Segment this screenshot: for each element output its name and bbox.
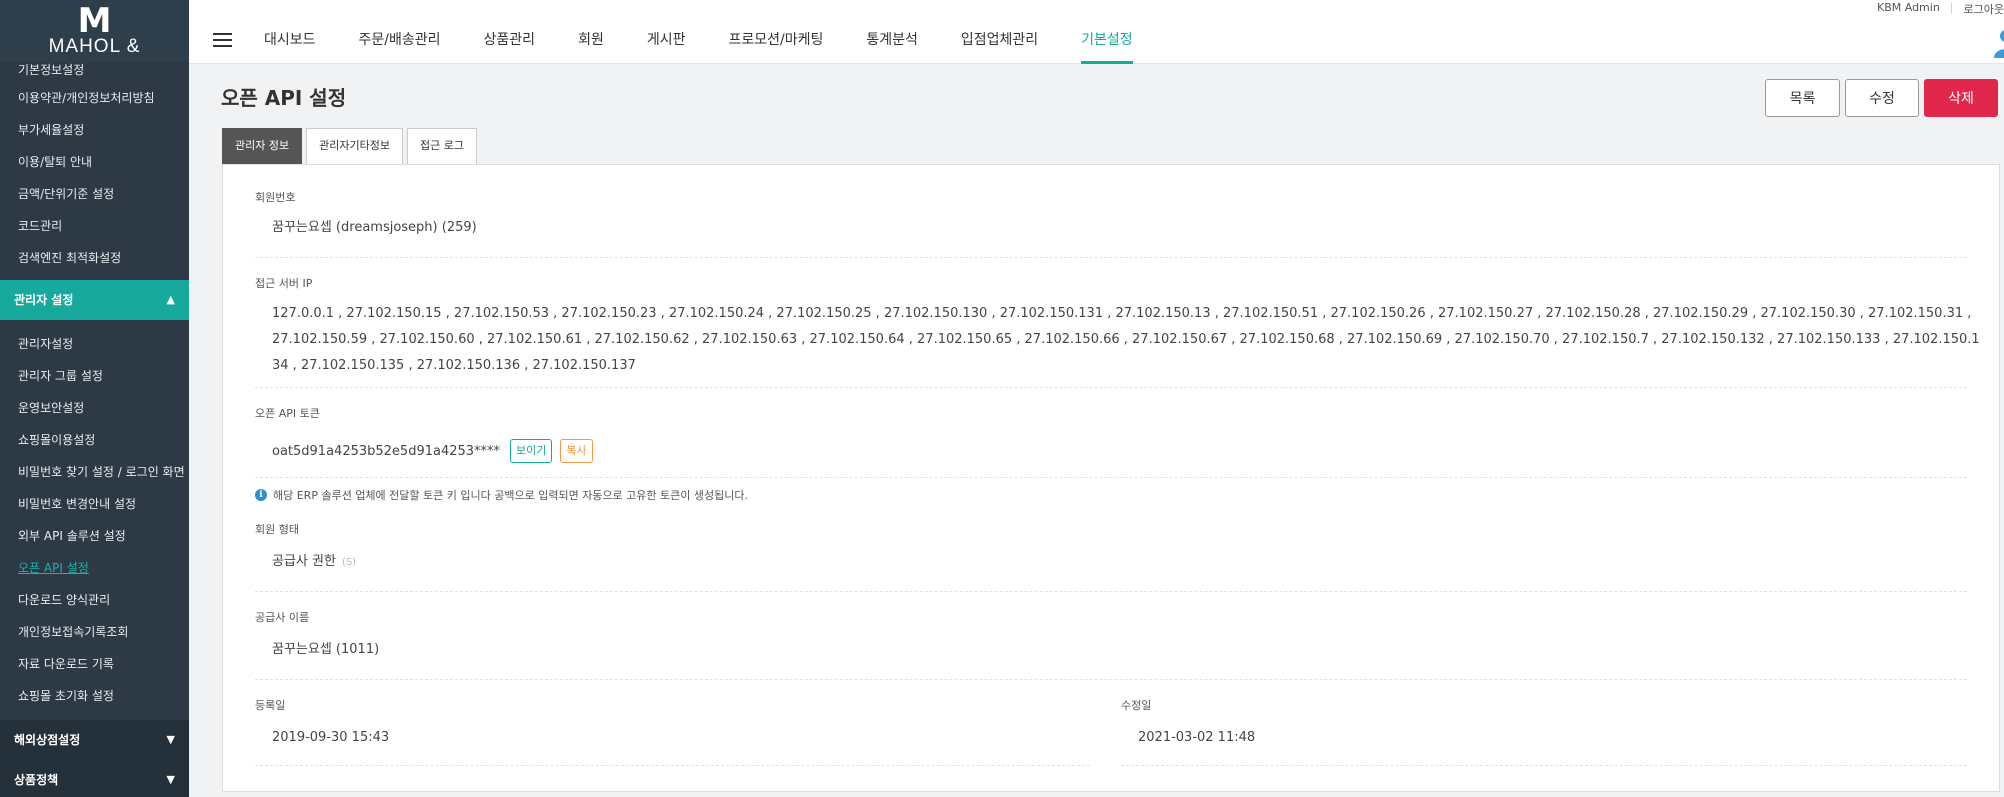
list-button[interactable]: 목록	[1765, 79, 1840, 117]
nav-board[interactable]: 게시판	[647, 22, 686, 64]
delete-button[interactable]: 삭제	[1924, 79, 1998, 117]
nav-orders[interactable]: 주문/배송관리	[359, 22, 441, 64]
page-title: 오픈 API 설정	[221, 86, 347, 110]
member-type-value: 공급사 권한	[272, 554, 336, 569]
info-icon: i	[255, 489, 267, 501]
sidebar-group-admin-label: 관리자 설정	[14, 293, 74, 307]
logout-link[interactable]: 로그아웃	[1964, 1, 2004, 17]
member-type-row: 공급사 권한 (S)	[272, 549, 1967, 576]
reg-date-label: 등록일	[255, 699, 286, 712]
supplier-label: 공급사 이름	[255, 611, 310, 624]
top-util: KBM Admin | 로그아웃	[1877, 0, 2004, 17]
sidebar-group-product[interactable]: 상품정책 ▼	[0, 760, 189, 797]
field-mod-date: 수정일 2021-03-02 11:48	[1121, 697, 1967, 751]
member-type-sub: (S)	[341, 557, 357, 568]
sidebar-item-mall-use[interactable]: 쇼핑몰이용설정	[0, 424, 189, 456]
sidebar-group-product-label: 상품정책	[14, 773, 59, 787]
chevron-up-icon: ▲	[166, 293, 175, 306]
divider	[255, 477, 1967, 478]
sidebar-item-download-form[interactable]: 다운로드 양식관리	[0, 584, 189, 616]
nav-products[interactable]: 상품관리	[484, 22, 536, 64]
logo-mark: M	[77, 1, 112, 41]
nav-vendors[interactable]: 입점업체관리	[961, 22, 1038, 64]
server-ip-value: 127.0.0.1 , 27.102.150.15 , 27.102.150.5…	[272, 306, 1980, 373]
tab-bar: 관리자 정보 관리자기타정보 접근 로그	[222, 128, 481, 164]
member-no-label: 회원번호	[255, 191, 296, 204]
field-member-no: 회원번호 꿈꾸는요셉 (dreamsjoseph) (259)	[255, 189, 1967, 241]
main-nav: 대시보드 주문/배송관리 상품관리 회원 게시판 프로모션/마케팅 통계분석 입…	[264, 22, 1176, 64]
sidebar-item-admin-setting[interactable]: 관리자설정	[0, 328, 189, 360]
api-token-label: 오픈 API 토큰	[255, 407, 320, 420]
sidebar-item-download-log[interactable]: 자료 다운로드 기록	[0, 648, 189, 680]
divider	[1121, 765, 1967, 766]
supplier-value: 꿈꾸는요셉 (1011)	[272, 642, 380, 657]
topbar: KBM Admin | 로그아웃 대시보드 주문/배송관리 상품관리 회원 게시…	[189, 0, 2004, 64]
api-token-row: oat5d91a4253b52e5d91a4253**** 보이기 복사	[272, 439, 1967, 463]
sidebar-item-basic-info[interactable]: 기본정보설정	[0, 62, 189, 82]
server-ip-label: 접근 서버 IP	[255, 277, 313, 290]
divider	[255, 387, 1967, 388]
edit-button[interactable]: 수정	[1845, 79, 1919, 117]
field-api-token: 오픈 API 토큰 oat5d91a4253b52e5d91a4253**** …	[255, 405, 1967, 463]
divider	[255, 765, 1090, 766]
detail-panel: 회원번호 꿈꾸는요셉 (dreamsjoseph) (259) 접근 서버 IP…	[222, 164, 2000, 792]
api-token-value: oat5d91a4253b52e5d91a4253****	[272, 443, 501, 459]
sidebar-list-admin: 관리자설정 관리자 그룹 설정 운영보안설정 쇼핑몰이용설정 비밀번호 찾기 설…	[0, 328, 189, 712]
sidebar-list-top: 기본정보설정 이용약관/개인정보처리방침 부가세율설정 이용/탈퇴 안내 금액/…	[0, 62, 189, 274]
nav-statistics[interactable]: 통계분석	[866, 22, 918, 64]
nav-basic-settings[interactable]: 기본설정	[1081, 22, 1133, 64]
sidebar-item-admin-group[interactable]: 관리자 그룹 설정	[0, 360, 189, 392]
divider: |	[1949, 1, 1954, 14]
token-notice-row: i 해당 ERP 솔루션 업체에 전달할 토큰 키 입니다 공백으로 입력되면 …	[255, 487, 1967, 503]
sidebar-group-overseas[interactable]: 해외상점설정 ▼	[0, 720, 189, 760]
show-token-button[interactable]: 보이기	[510, 439, 553, 463]
nav-members[interactable]: 회원	[578, 22, 604, 64]
field-reg-date: 등록일 2019-09-30 15:43	[255, 697, 1090, 751]
admin-user-label[interactable]: KBM Admin	[1877, 1, 1940, 17]
sidebar-item-withdraw[interactable]: 이용/탈퇴 안내	[0, 146, 189, 178]
logo-text: MAHOL &	[48, 36, 141, 57]
nav-promotion[interactable]: 프로모션/마케팅	[728, 22, 823, 64]
field-member-type: 회원 형태 공급사 권한 (S)	[255, 521, 1967, 576]
mod-date-label: 수정일	[1121, 699, 1152, 712]
tab-admin-etc[interactable]: 관리자기타정보	[306, 128, 403, 164]
page-actions: 목록 수정 삭제	[1765, 79, 1998, 117]
sidebar-item-password-change[interactable]: 비밀번호 변경안내 설정	[0, 488, 189, 520]
tab-access-log[interactable]: 접근 로그	[406, 128, 477, 164]
divider	[255, 257, 1967, 258]
nav-dashboard[interactable]: 대시보드	[264, 22, 316, 64]
user-icon[interactable]	[1992, 28, 2004, 58]
sidebar-item-currency[interactable]: 금액/단위기준 설정	[0, 178, 189, 210]
token-notice-text: 해당 ERP 솔루션 업체에 전달할 토큰 키 입니다 공백으로 입력되면 자동…	[273, 489, 748, 502]
reg-date-value: 2019-09-30 15:43	[272, 730, 390, 745]
sidebar-item-seo[interactable]: 검색엔진 최적화설정	[0, 242, 189, 274]
sidebar-item-code[interactable]: 코드관리	[0, 210, 189, 242]
sidebar-item-external-api[interactable]: 외부 API 솔루션 설정	[0, 520, 189, 552]
field-server-ip: 접근 서버 IP 127.0.0.1 , 27.102.150.15 , 27.…	[255, 275, 1980, 379]
field-supplier: 공급사 이름 꿈꾸는요셉 (1011)	[255, 609, 1967, 663]
sidebar-group-admin[interactable]: 관리자 설정 ▲	[0, 280, 189, 320]
divider	[255, 679, 1967, 680]
token-notice: i 해당 ERP 솔루션 업체에 전달할 토큰 키 입니다 공백으로 입력되면 …	[255, 487, 1967, 503]
sidebar-item-open-api[interactable]: 오픈 API 설정	[0, 552, 189, 584]
sidebar-separator	[0, 712, 189, 720]
divider	[255, 591, 1967, 592]
logo[interactable]: M MAHOL &	[0, 0, 189, 62]
hamburger-menu-icon[interactable]	[213, 33, 232, 47]
sidebar-item-terms[interactable]: 이용약관/개인정보처리방침	[0, 82, 189, 114]
sidebar-item-vat[interactable]: 부가세율설정	[0, 114, 189, 146]
sidebar-group-overseas-label: 해외상점설정	[14, 733, 81, 747]
tab-admin-info[interactable]: 관리자 정보	[222, 128, 303, 164]
sidebar: M MAHOL & 기본정보설정 이용약관/개인정보처리방침 부가세율설정 이용…	[0, 0, 189, 797]
copy-token-button[interactable]: 복사	[560, 439, 593, 463]
chevron-down-icon: ▼	[166, 773, 175, 786]
sidebar-item-password-find[interactable]: 비밀번호 찾기 설정 / 로그인 화면	[0, 456, 189, 488]
sidebar-item-privacy-log[interactable]: 개인정보접속기록조회	[0, 616, 189, 648]
member-type-label: 회원 형태	[255, 523, 299, 536]
sidebar-item-security[interactable]: 운영보안설정	[0, 392, 189, 424]
sidebar-item-mall-reset[interactable]: 쇼핑몰 초기화 설정	[0, 680, 189, 712]
mod-date-value: 2021-03-02 11:48	[1138, 730, 1256, 745]
member-no-value: 꿈꾸는요셉 (dreamsjoseph) (259)	[272, 220, 477, 235]
chevron-down-icon: ▼	[166, 733, 175, 746]
